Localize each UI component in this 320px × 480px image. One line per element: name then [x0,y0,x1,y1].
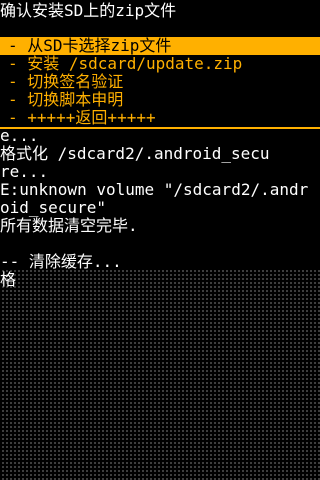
log-line: re... [0,163,49,181]
log-output: e... 格式化 /sdcard2/.android_secu re... E:… [0,127,320,289]
dotted-background [0,268,320,480]
menu-title: 确认安装SD上的zip文件 [0,1,177,20]
log-line: 格 [0,271,17,289]
log-line: e... [0,127,39,145]
log-line: 格式化 /sdcard2/.android_secu [0,145,270,163]
menu-item-toggle-signature-verification[interactable]: - 切换签名验证 [0,73,320,91]
log-line: 所有数据清空完毕. [0,217,138,235]
log-line: oid_secure" [0,199,106,217]
menu-item-install-update-zip[interactable]: - 安装 /sdcard/update.zip [0,55,320,73]
log-line: E:unknown volume "/sdcard2/.andr [0,181,309,199]
menu-item-go-back[interactable]: - +++++返回+++++ [0,109,320,127]
log-line [0,235,320,253]
log-line: -- 清除缓存... [0,253,122,271]
menu-item-choose-zip[interactable]: - 从SD卡选择zip文件 [0,37,320,55]
menu-item-toggle-script-assert[interactable]: - 切换脚本申明 [0,91,320,109]
recovery-screen: 确认安装SD上的zip文件 - 从SD卡选择zip文件 - 安装 /sdcard… [0,0,320,480]
menu-list: - 从SD卡选择zip文件 - 安装 /sdcard/update.zip - … [0,37,320,127]
